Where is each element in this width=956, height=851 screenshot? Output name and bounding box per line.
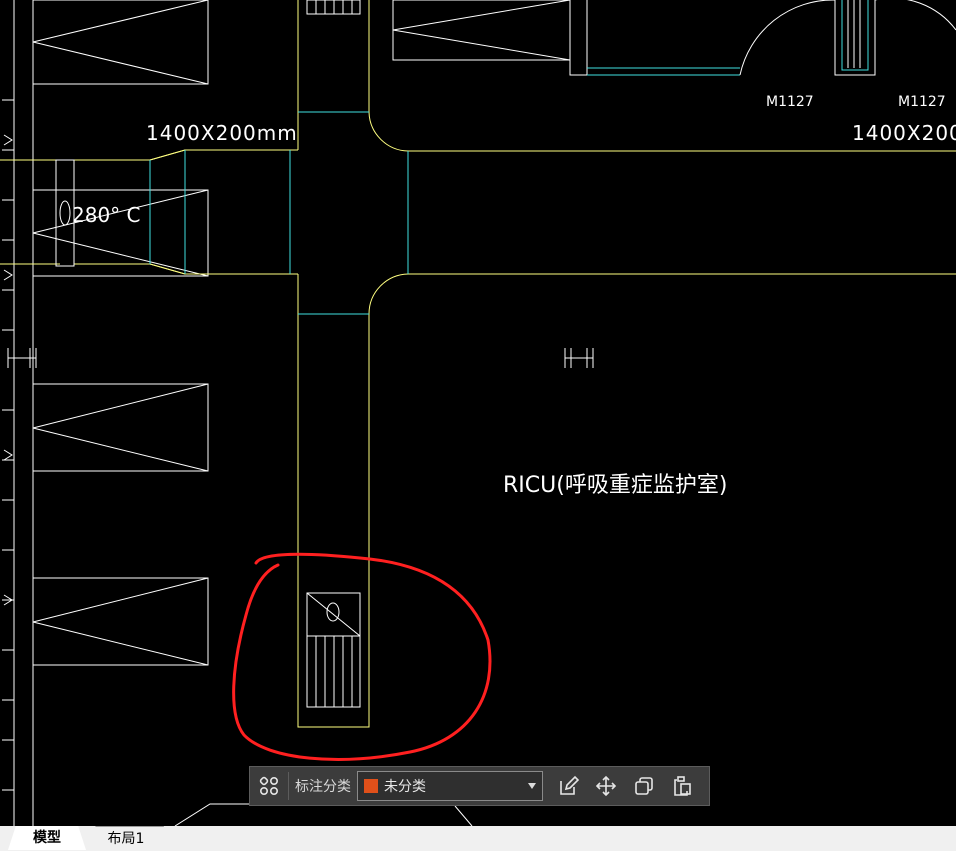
wall-door-top-right — [569, 0, 956, 76]
i-beam-marker-center — [564, 348, 594, 368]
move-icon[interactable] — [591, 771, 621, 801]
category-selected-value: 未分类 — [384, 779, 426, 795]
duct-size-label-right: 1400X200 — [852, 121, 956, 145]
edit-icon[interactable] — [553, 771, 583, 801]
door-tag-2: M1127 — [898, 94, 946, 110]
annotation-toolbar: 标注分类 未分类 — [249, 766, 710, 806]
chevron-down-icon — [528, 783, 536, 789]
duct-size-label-left: 1400X200mm — [146, 121, 298, 145]
tab-model[interactable]: 模型 — [8, 826, 86, 850]
category-dropdown[interactable]: 未分类 — [357, 771, 543, 801]
air-terminals-left — [32, 0, 209, 666]
cad-drawing-canvas[interactable]: 280° C 1400X200mm 1400X200 M1127 M1127 R… — [0, 0, 956, 826]
return-grille-top — [306, 0, 361, 15]
tab-layout1[interactable]: 布局1 — [88, 826, 164, 851]
damper-temperature-label: 280° C — [72, 203, 141, 227]
air-terminal-top — [392, 0, 571, 61]
toolbar-divider — [288, 772, 289, 800]
category-label: 标注分类 — [295, 779, 351, 795]
room-name-label: RICU(呼吸重症监护室) — [503, 473, 727, 498]
markup-circle-annotation[interactable] — [232, 552, 492, 761]
duct-end-grille — [306, 592, 361, 708]
grid-icon[interactable] — [254, 771, 284, 801]
layout-tab-bar: 模型 布局1 — [0, 826, 956, 851]
copy-icon[interactable] — [629, 771, 659, 801]
door-tag-1: M1127 — [766, 94, 814, 110]
leader-lines — [174, 803, 473, 826]
i-beam-marker-left — [7, 348, 37, 368]
category-color-swatch — [364, 779, 378, 793]
paste-icon[interactable] — [667, 771, 697, 801]
left-wall-strip — [2, 0, 34, 826]
